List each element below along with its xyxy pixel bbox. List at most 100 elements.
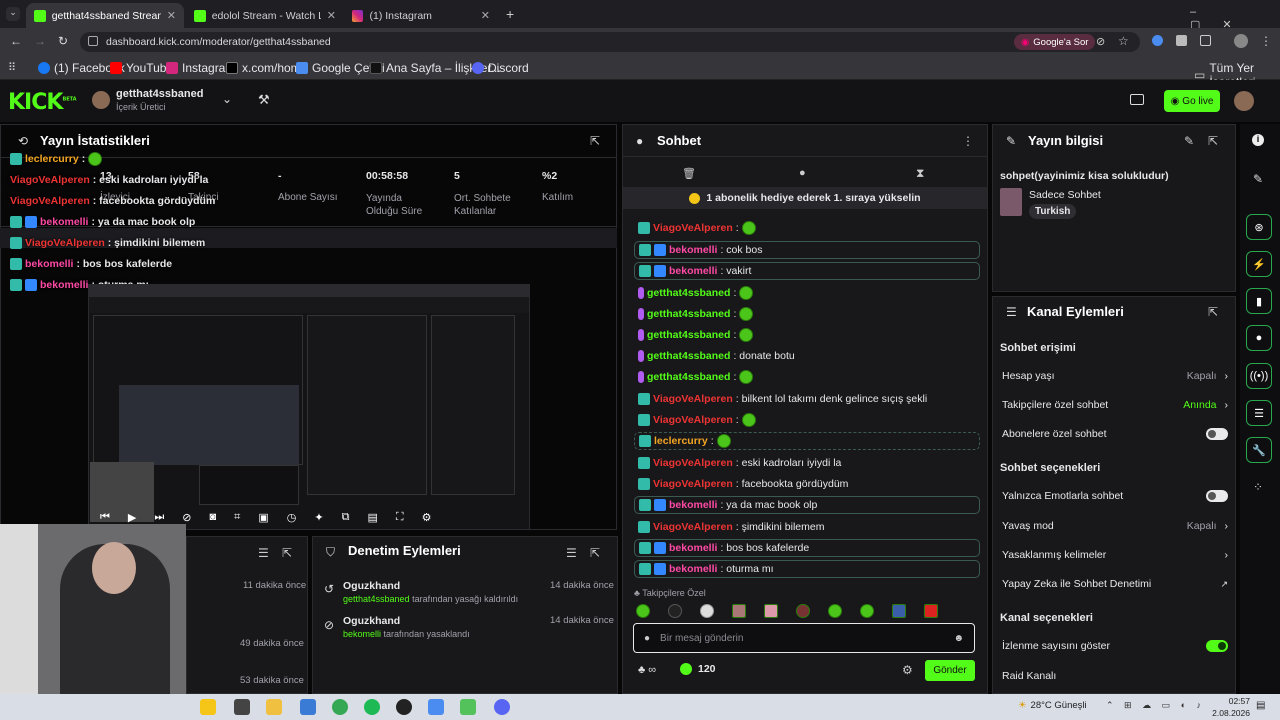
rail-button[interactable]: ● [1246, 325, 1272, 351]
emote-icon[interactable] [732, 604, 746, 618]
rail-button[interactable]: ☰ [1246, 400, 1272, 426]
chat-message[interactable]: getthat4ssbaned: [628, 326, 980, 344]
chat-message[interactable]: ViagoVeAlperen: eski kadroları iyiydi la [628, 454, 980, 472]
chat-message[interactable]: bekomelli: cok bos [634, 241, 980, 259]
tab-instagram[interactable]: (1) Instagram ✕ [344, 3, 498, 28]
emoji-icon[interactable]: ☻ [953, 633, 964, 644]
clock-time[interactable]: 02:57 [1210, 696, 1250, 706]
chat-message[interactable]: getthat4ssbaned: [628, 368, 980, 386]
close-tab-icon[interactable]: ✕ [327, 9, 336, 22]
close-tab-icon[interactable]: ✕ [167, 9, 176, 22]
notification-icon[interactable]: ▤ [1256, 700, 1265, 711]
extension-icon[interactable] [1152, 35, 1163, 46]
cc-icon[interactable]: ▤ [367, 511, 377, 524]
setting-emote-only[interactable]: Yalnızca Emotlarla sohbet [1002, 490, 1228, 502]
profile-avatar[interactable] [1234, 34, 1248, 48]
filter-icon[interactable]: ☰ [566, 546, 577, 560]
discord-icon[interactable] [494, 699, 510, 715]
chat-message[interactable]: ViagoVeAlperen: şimdikini bilemem [628, 518, 980, 536]
setting-ai-moderation[interactable]: Yapay Zeka ile Sohbet Denetimi ↗ [1002, 578, 1228, 590]
emote-icon[interactable] [700, 604, 714, 618]
clock-date[interactable]: 2.08.2026 [1206, 708, 1250, 718]
chrome-icon[interactable] [332, 699, 348, 715]
setting-subscribers-only[interactable]: Abonelere özel sohbet [1002, 428, 1228, 440]
filter-icon[interactable]: ☰ [258, 546, 269, 560]
setting-banned-words[interactable]: Yasaklanmış kelimeler › [1002, 549, 1228, 561]
emote-icon[interactable] [860, 604, 874, 618]
hammer-icon[interactable]: ⚒ [258, 92, 270, 108]
setting-account-age[interactable]: Hesap yaşı Kapalı › [1002, 370, 1228, 382]
popout-icon[interactable]: ⇱ [590, 134, 600, 148]
apps-grid-icon[interactable]: ⠿ [8, 61, 16, 74]
reload-icon[interactable]: ↻ [58, 34, 68, 48]
site-info-icon[interactable] [88, 36, 98, 46]
toggle-switch[interactable] [1206, 490, 1228, 502]
back-icon[interactable]: ← [10, 34, 22, 48]
rail-button[interactable]: ((•)) [1246, 363, 1272, 389]
rail-button[interactable]: 🔧 [1246, 437, 1272, 463]
app-icon[interactable] [460, 699, 476, 715]
edit-icon[interactable]: ✎ [1184, 134, 1194, 148]
rail-button[interactable]: ▮ [1246, 288, 1272, 314]
setting-followers-only[interactable]: Takipçilere özel sohbet Anında › [1002, 399, 1228, 411]
toggle-switch[interactable] [1206, 428, 1228, 440]
play-icon[interactable]: ▶ [128, 511, 136, 524]
settings-icon[interactable]: ⚙ [422, 511, 432, 524]
emote-icon[interactable] [796, 604, 810, 618]
setting-slow-mode[interactable]: Yavaş mod Kapalı › [1002, 520, 1228, 532]
emote-icon[interactable] [892, 604, 906, 618]
more-icon[interactable]: ⋮ [962, 134, 974, 148]
explorer-icon[interactable] [266, 699, 282, 715]
settings-icon[interactable]: ⚙ [902, 663, 913, 677]
stream-tag[interactable]: Turkish [1029, 204, 1077, 219]
emote-icon[interactable] [636, 604, 650, 618]
chat-message[interactable]: ViagoVeAlperen: [628, 219, 980, 237]
user-avatar[interactable] [1234, 91, 1254, 111]
eye-off-icon[interactable]: ⊘ [1096, 35, 1105, 48]
bookmark-discord[interactable]: Discord [472, 61, 529, 75]
screenshot-icon[interactable]: ▣ [258, 511, 268, 524]
emote-icon[interactable] [764, 604, 778, 618]
emote-icon[interactable] [924, 604, 938, 618]
popout-icon[interactable]: ⇱ [282, 546, 292, 560]
hourglass-icon[interactable]: ⧗ [916, 166, 924, 181]
google-ask-chip[interactable]: ◉ Google'a Sor [1014, 34, 1096, 50]
pencil-icon[interactable]: ✎ [1253, 172, 1263, 186]
setting-show-viewcount[interactable]: İzlenme sayısını göster [1002, 640, 1228, 652]
infinity-icon[interactable]: ♣ ∞ [638, 664, 656, 676]
mod-name[interactable]: Oguzkhand [343, 580, 400, 592]
browser-menu-icon[interactable]: ⋮ [1260, 34, 1272, 48]
trash-icon[interactable]: 🗑 [682, 167, 696, 180]
start-icon[interactable] [200, 699, 216, 715]
app-icon[interactable] [300, 699, 316, 715]
channel-points[interactable]: 120 [680, 663, 716, 675]
pip-icon[interactable]: ⧉ [342, 511, 350, 524]
dots-icon[interactable]: ⁘ [1253, 480, 1263, 494]
mod-name[interactable]: Oguzkhand [343, 615, 400, 627]
stream-preview-icon[interactable] [1130, 94, 1144, 105]
toggle-switch[interactable] [1206, 640, 1228, 652]
timer-icon[interactable]: ◷ [287, 511, 297, 524]
chat-message[interactable]: bekomelli: oturma mı [634, 560, 980, 578]
chat-message[interactable]: leclercurry: [634, 432, 980, 450]
stream-category[interactable]: Sadece Sohbet [1029, 189, 1101, 201]
previous-icon[interactable]: ⏮ [100, 511, 110, 524]
tab-list-button[interactable]: ⌄ [6, 7, 20, 21]
obs-icon[interactable] [396, 699, 412, 715]
send-button[interactable]: Gönder [925, 660, 975, 681]
task-view-icon[interactable] [234, 699, 250, 715]
system-tray-icons[interactable]: ⌃ ⊞ ☁ ▭ ◐ ♪ [1106, 700, 1205, 711]
go-live-button[interactable]: ◉ Go live [1164, 90, 1220, 112]
app-icon[interactable] [428, 699, 444, 715]
chat-input[interactable]: ● Bir mesaj gönderin ☻ [633, 623, 975, 653]
pinned-banner[interactable]: 1 abonelik hediye ederek 1. sıraya yükse… [623, 187, 987, 209]
chat-message[interactable]: getthat4ssbaned: [628, 284, 980, 302]
rail-button[interactable]: ⚡ [1246, 251, 1272, 277]
chevron-down-icon[interactable]: ⌄ [222, 92, 232, 106]
bookmark-youtube[interactable]: YouTube [110, 61, 173, 75]
address-bar[interactable]: dashboard.kick.com/moderator/getthat4ssb… [80, 32, 1140, 52]
spotify-icon[interactable] [364, 699, 380, 715]
new-tab-icon[interactable]: + [506, 6, 514, 22]
popout-icon[interactable]: ⇱ [590, 546, 600, 560]
tab-edolol-stream[interactable]: edolol Stream - Watch Live on Kick ✕ [186, 3, 344, 28]
